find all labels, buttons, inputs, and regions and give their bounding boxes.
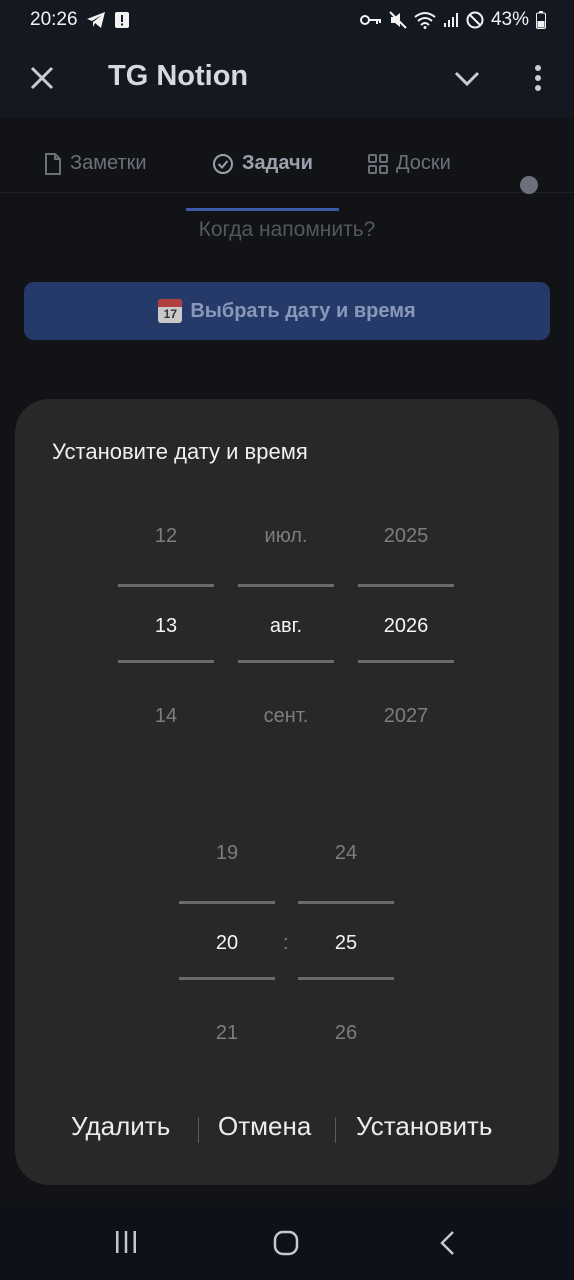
tab-boards[interactable]: Доски — [368, 152, 451, 175]
wifi-icon — [414, 11, 436, 29]
month-divider-top — [238, 584, 334, 587]
active-tab-indicator — [186, 208, 339, 211]
year-divider-bottom — [358, 660, 454, 663]
battery-percent: 43% — [490, 9, 529, 30]
hour-divider-top — [179, 901, 275, 904]
app-header: TG Notion — [0, 40, 574, 118]
mute-icon — [389, 11, 407, 29]
dialog-actions: Удалить Отмена Установить — [15, 1111, 559, 1151]
minute-prev[interactable]: 24 — [298, 842, 394, 865]
calendar-icon: 17 — [158, 299, 183, 323]
recent-apps-icon[interactable] — [114, 1230, 138, 1259]
grid-icon — [368, 153, 388, 174]
status-right: 43% — [359, 9, 546, 31]
pick-date-time-button[interactable]: 17 Выбрать дату и время — [24, 282, 550, 340]
status-left: 20:26 — [30, 9, 130, 31]
tab-more-dot[interactable] — [520, 176, 538, 194]
do-not-disturb-icon — [466, 11, 484, 29]
hour-prev[interactable]: 19 — [179, 842, 275, 865]
vpn-key-icon — [359, 13, 382, 27]
month-prev[interactable]: июл. — [238, 525, 334, 548]
more-menu-icon[interactable] — [528, 62, 548, 94]
status-time: 20:26 — [30, 9, 78, 30]
year-divider-top — [358, 584, 454, 587]
year-prev[interactable]: 2025 — [358, 525, 454, 548]
telegram-icon — [86, 11, 106, 29]
day-divider-bottom — [118, 660, 214, 663]
tab-notes[interactable]: Заметки — [44, 152, 147, 175]
home-icon[interactable] — [273, 1230, 299, 1261]
day-prev[interactable]: 12 — [118, 525, 214, 548]
tab-boards-label: Доски — [396, 152, 451, 174]
alert-icon — [114, 11, 130, 29]
delete-button[interactable]: Удалить — [71, 1111, 170, 1142]
system-nav-bar — [0, 1206, 574, 1280]
tab-tasks-label: Задачи — [242, 152, 313, 174]
day-selected[interactable]: 13 — [118, 615, 214, 638]
day-next[interactable]: 14 — [118, 705, 214, 728]
month-divider-bottom — [238, 660, 334, 663]
pick-date-time-label: Выбрать дату и время — [190, 299, 416, 322]
time-separator: : — [283, 932, 289, 954]
year-selected[interactable]: 2026 — [358, 615, 454, 638]
calendar-icon-day: 17 — [163, 307, 177, 321]
document-icon — [44, 152, 62, 175]
minute-divider-bottom — [298, 977, 394, 980]
month-selected[interactable]: авг. — [238, 615, 334, 638]
date-time-dialog: Установите дату и время 12 13 14 июл. ав… — [15, 399, 559, 1185]
reminder-question: Когда напомнить? — [198, 218, 376, 241]
hour-next[interactable]: 21 — [179, 1022, 275, 1045]
hour-divider-bottom — [179, 977, 275, 980]
cancel-button[interactable]: Отмена — [218, 1111, 311, 1142]
tab-notes-label: Заметки — [70, 152, 147, 174]
action-divider — [198, 1117, 199, 1143]
year-next[interactable]: 2027 — [358, 705, 454, 728]
back-icon[interactable] — [438, 1230, 456, 1261]
close-icon[interactable] — [28, 64, 56, 92]
hour-selected[interactable]: 20 — [179, 932, 275, 955]
action-divider — [335, 1117, 336, 1143]
chevron-down-icon[interactable] — [452, 66, 482, 92]
battery-icon — [536, 11, 546, 29]
month-next[interactable]: сент. — [238, 705, 334, 728]
app-title: TG Notion — [108, 60, 249, 92]
status-bar: 20:26 43% — [0, 0, 574, 40]
minute-selected[interactable]: 25 — [298, 932, 394, 955]
tab-tasks[interactable]: Задачи — [212, 152, 313, 175]
set-button[interactable]: Установить — [356, 1111, 492, 1142]
tab-bar: Заметки Задачи Доски — [0, 138, 574, 211]
minute-next[interactable]: 26 — [298, 1022, 394, 1045]
minute-divider-top — [298, 901, 394, 904]
signal-icon — [443, 12, 459, 28]
dialog-title: Установите дату и время — [52, 439, 308, 464]
day-divider-top — [118, 584, 214, 587]
check-circle-icon — [212, 153, 234, 175]
